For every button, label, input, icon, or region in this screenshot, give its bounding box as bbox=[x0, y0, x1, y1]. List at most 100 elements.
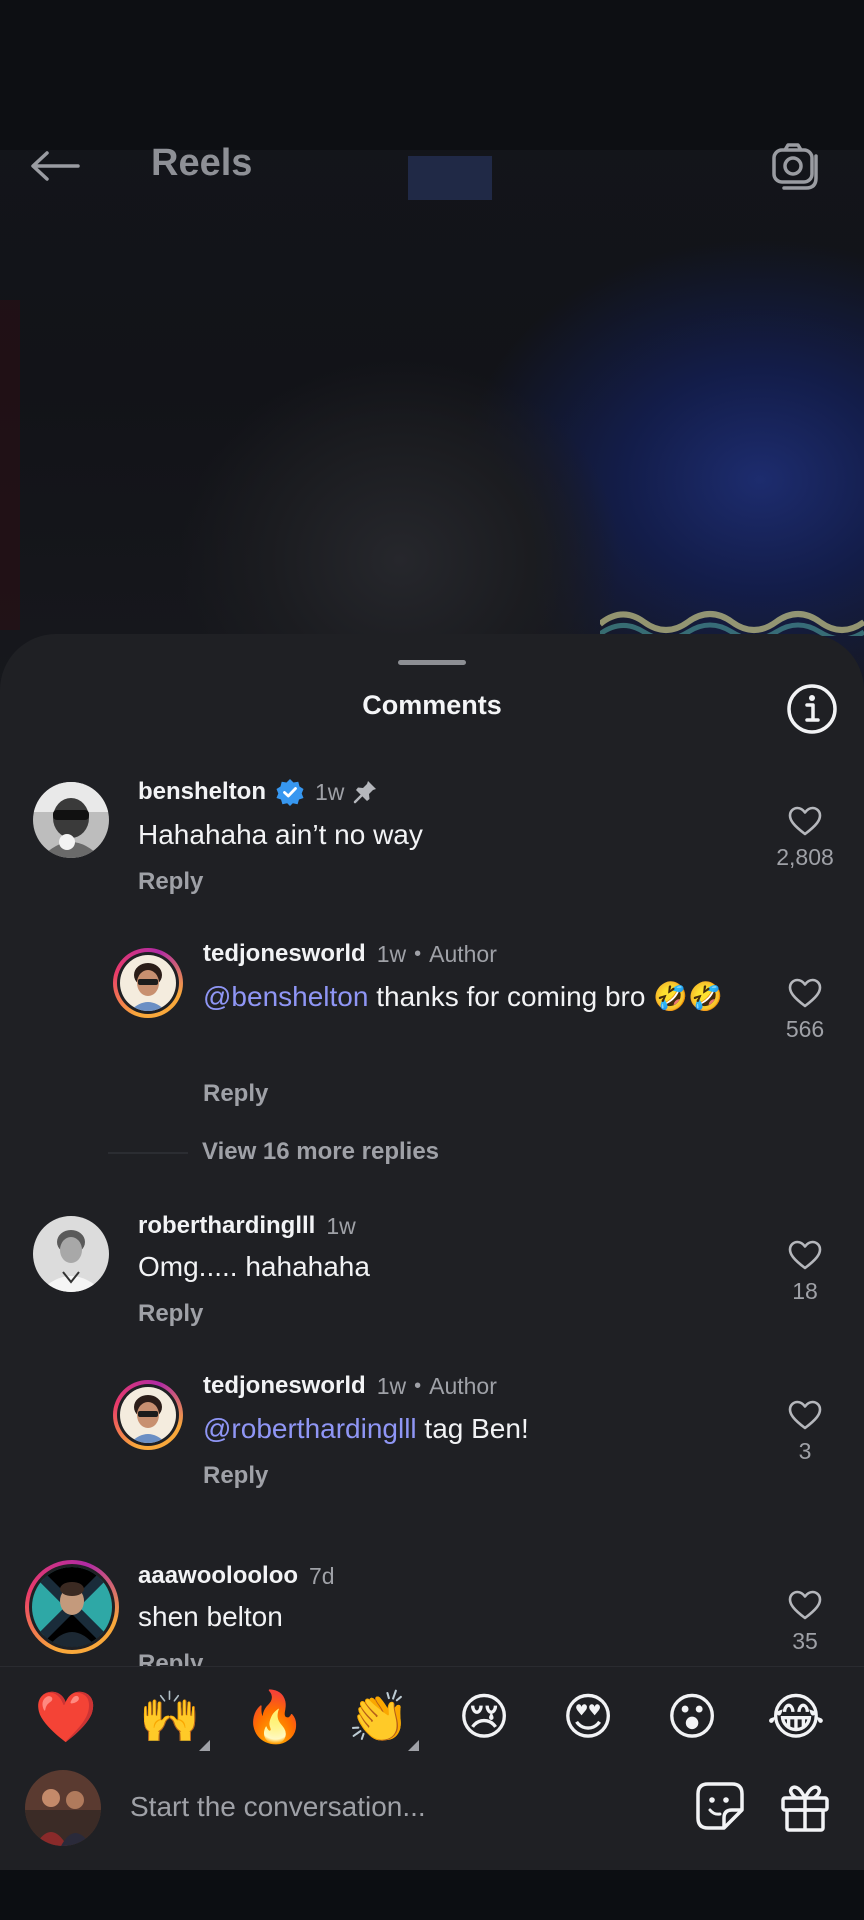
emoji-red-heart[interactable]: ❤️ bbox=[26, 1685, 106, 1749]
like-count: 2,808 bbox=[776, 844, 834, 870]
back-arrow-icon bbox=[31, 151, 80, 181]
view-replies-line bbox=[108, 1152, 188, 1154]
surprised-face-icon: 😮 bbox=[665, 1688, 719, 1746]
comment-time: 1w bbox=[376, 1372, 407, 1399]
reply-button[interactable]: Reply bbox=[138, 1650, 203, 1666]
emoji-surprised-face[interactable]: 😮 bbox=[652, 1685, 732, 1749]
info-button[interactable] bbox=[786, 683, 838, 735]
comment-text: @benshelton thanks for coming bro 🤣🤣 bbox=[203, 980, 743, 1014]
camera-button[interactable] bbox=[770, 142, 822, 190]
comment-time: 1w bbox=[376, 940, 407, 967]
reel-decor-red bbox=[0, 300, 20, 630]
fire-icon: 🔥 bbox=[243, 1688, 307, 1746]
page-title: Reels bbox=[151, 142, 253, 184]
reels-comments-screen: Reels Comments benshelton 1w Hahahaha ai… bbox=[0, 0, 864, 1920]
avatar[interactable] bbox=[33, 1216, 109, 1292]
reels-header: Reels bbox=[0, 128, 864, 200]
comment-meta: benshelton 1w bbox=[138, 778, 378, 806]
comment-input-bar bbox=[0, 1770, 864, 1870]
verified-badge-icon bbox=[276, 779, 304, 806]
comment-username[interactable]: benshelton bbox=[138, 778, 266, 806]
comment-username[interactable]: aaawoolooloo bbox=[138, 1562, 298, 1590]
author-label: Author bbox=[429, 1372, 497, 1399]
reply-button[interactable]: Reply bbox=[203, 1080, 268, 1108]
comment-text: @roberthardinglll tag Ben! bbox=[203, 1412, 743, 1446]
reply-button[interactable]: Reply bbox=[138, 868, 203, 896]
like-count: 35 bbox=[792, 1628, 818, 1654]
crying-face-icon: 😢 bbox=[457, 1688, 511, 1746]
like-count: 566 bbox=[785, 1016, 825, 1042]
comment-text: Omg..... hahahaha bbox=[138, 1251, 370, 1282]
heart-icon bbox=[788, 806, 822, 836]
comment-username[interactable]: roberthardinglll bbox=[138, 1212, 315, 1240]
emoji-tears-of-joy[interactable]: 😂 bbox=[756, 1685, 836, 1749]
like-count: 18 bbox=[792, 1278, 818, 1304]
back-button[interactable] bbox=[30, 146, 86, 186]
mention-link[interactable]: @roberthardinglll bbox=[203, 1413, 417, 1444]
separator-dot: • bbox=[414, 942, 422, 965]
comment-body: tag Ben! bbox=[416, 1413, 529, 1444]
view-more-replies-button[interactable]: View 16 more replies bbox=[202, 1138, 439, 1166]
heart-icon bbox=[788, 978, 822, 1008]
sticker-button[interactable] bbox=[694, 1780, 746, 1832]
avatar[interactable] bbox=[113, 948, 183, 1018]
comment-body: thanks for coming bro 🤣🤣 bbox=[368, 981, 723, 1012]
like-button[interactable]: 18 bbox=[765, 1240, 845, 1305]
comment-reply-item: tedjonesworld 1w • Author @robertharding… bbox=[0, 1372, 864, 1522]
comment-item: roberthardinglll 1w Omg..... hahahaha Re… bbox=[0, 1210, 864, 1360]
heart-icon bbox=[788, 1590, 822, 1620]
emoji-clapping-hands[interactable]: 👏 bbox=[339, 1685, 419, 1751]
sticker-icon bbox=[696, 1782, 744, 1830]
camera-icon bbox=[772, 143, 818, 190]
comments-list[interactable]: benshelton 1w Hahahaha ain’t no way Repl… bbox=[0, 760, 864, 1666]
emoji-crying-face[interactable]: 😢 bbox=[444, 1685, 524, 1749]
comment-meta: tedjonesworld 1w • Author bbox=[203, 1372, 497, 1400]
reel-decor-wave bbox=[600, 611, 864, 636]
heart-icon bbox=[788, 1240, 822, 1270]
like-button[interactable]: 2,808 bbox=[765, 806, 845, 871]
variant-indicator bbox=[199, 1740, 210, 1751]
heart-icon bbox=[788, 1400, 822, 1430]
comment-item: benshelton 1w Hahahaha ain’t no way Repl… bbox=[0, 760, 864, 920]
reply-button[interactable]: Reply bbox=[138, 1300, 203, 1328]
like-button[interactable]: 3 bbox=[765, 1400, 845, 1465]
clapping-hands-icon: 👏 bbox=[347, 1688, 411, 1746]
mention-link[interactable]: @benshelton bbox=[203, 981, 368, 1012]
comment-username[interactable]: tedjonesworld bbox=[203, 940, 366, 968]
emoji-raising-hands[interactable]: 🙌 bbox=[130, 1685, 210, 1751]
comment-text: shen belton bbox=[138, 1601, 283, 1632]
variant-indicator bbox=[408, 1740, 419, 1751]
comment-time: 1w bbox=[315, 778, 345, 805]
comment-time: 1w bbox=[326, 1212, 356, 1239]
like-button[interactable]: 35 bbox=[765, 1590, 845, 1655]
avatar[interactable] bbox=[25, 1560, 119, 1654]
emoji-fire[interactable]: 🔥 bbox=[235, 1685, 315, 1749]
author-label: Author bbox=[429, 940, 497, 967]
comment-text: Hahahaha ain’t no way bbox=[138, 819, 423, 850]
comment-item: aaawoolooloo 7d shen belton Reply 35 bbox=[0, 1560, 864, 1666]
raising-hands-icon: 🙌 bbox=[138, 1688, 202, 1746]
comment-meta: tedjonesworld 1w • Author bbox=[203, 940, 497, 968]
info-icon bbox=[787, 684, 837, 734]
avatar[interactable] bbox=[33, 782, 109, 858]
heart-eyes-icon: 😍 bbox=[561, 1688, 615, 1746]
gift-button[interactable] bbox=[778, 1780, 832, 1834]
tears-of-joy-icon: 😂 bbox=[766, 1688, 826, 1746]
comment-meta: roberthardinglll 1w bbox=[138, 1212, 356, 1240]
like-button[interactable]: 566 bbox=[765, 978, 845, 1043]
red-heart-icon: ❤️ bbox=[34, 1688, 98, 1746]
emoji-heart-eyes[interactable]: 😍 bbox=[548, 1685, 628, 1749]
sheet-drag-handle[interactable] bbox=[398, 660, 466, 665]
comment-reply-item: tedjonesworld 1w • Author @benshelton th… bbox=[0, 940, 864, 1140]
reply-button[interactable]: Reply bbox=[203, 1462, 268, 1490]
sheet-title: Comments bbox=[362, 690, 502, 720]
comment-meta: aaawoolooloo 7d bbox=[138, 1562, 335, 1590]
comment-username[interactable]: tedjonesworld bbox=[203, 1372, 366, 1400]
gift-icon bbox=[781, 1785, 829, 1832]
comment-input[interactable] bbox=[130, 1784, 650, 1830]
avatar[interactable] bbox=[113, 1380, 183, 1450]
like-count: 3 bbox=[798, 1438, 812, 1464]
comment-time: 7d bbox=[309, 1562, 335, 1589]
bottom-safe-area bbox=[0, 1870, 864, 1920]
current-user-avatar bbox=[25, 1770, 101, 1846]
